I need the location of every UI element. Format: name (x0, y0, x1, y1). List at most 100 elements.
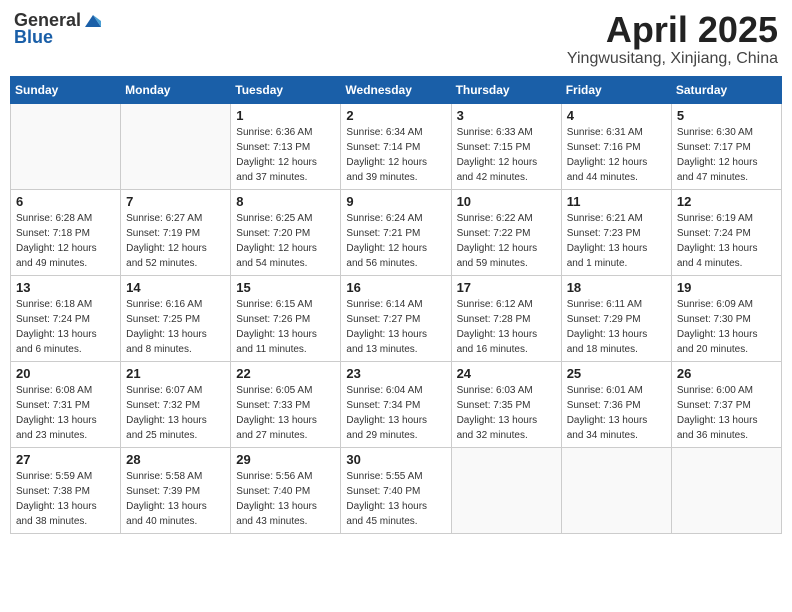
day-info-11: Sunrise: 6:21 AM Sunset: 7:23 PM Dayligh… (567, 211, 666, 271)
day-number-6: 6 (16, 194, 115, 209)
day-info-19: Sunrise: 6:09 AM Sunset: 7:30 PM Dayligh… (677, 297, 776, 357)
calendar-cell-w2d6: 11 Sunrise: 6:21 AM Sunset: 7:23 PM Dayli… (561, 189, 671, 275)
day-info-29: Sunrise: 5:56 AM Sunset: 7:40 PM Dayligh… (236, 469, 335, 529)
day-info-28: Sunrise: 5:58 AM Sunset: 7:39 PM Dayligh… (126, 469, 225, 529)
day-number-26: 26 (677, 366, 776, 381)
day-number-17: 17 (457, 280, 556, 295)
day-number-7: 7 (126, 194, 225, 209)
calendar-table: Sunday Monday Tuesday Wednesday Thursday… (10, 76, 782, 534)
calendar-cell-w1d6: 4 Sunrise: 6:31 AM Sunset: 7:16 PM Daylig… (561, 103, 671, 189)
day-number-5: 5 (677, 108, 776, 123)
day-number-18: 18 (567, 280, 666, 295)
calendar-cell-w1d4: 2 Sunrise: 6:34 AM Sunset: 7:14 PM Daylig… (341, 103, 451, 189)
day-info-26: Sunrise: 6:00 AM Sunset: 7:37 PM Dayligh… (677, 383, 776, 443)
day-number-29: 29 (236, 452, 335, 467)
day-number-16: 16 (346, 280, 445, 295)
logo-icon (83, 11, 103, 31)
day-info-14: Sunrise: 6:16 AM Sunset: 7:25 PM Dayligh… (126, 297, 225, 357)
calendar-cell-w4d4: 23 Sunrise: 6:04 AM Sunset: 7:34 PM Dayli… (341, 361, 451, 447)
calendar-cell-w2d2: 7 Sunrise: 6:27 AM Sunset: 7:19 PM Daylig… (121, 189, 231, 275)
day-number-1: 1 (236, 108, 335, 123)
day-info-25: Sunrise: 6:01 AM Sunset: 7:36 PM Dayligh… (567, 383, 666, 443)
calendar-week-4: 20 Sunrise: 6:08 AM Sunset: 7:31 PM Dayli… (11, 361, 782, 447)
day-number-20: 20 (16, 366, 115, 381)
calendar-cell-w5d6 (561, 447, 671, 533)
day-info-10: Sunrise: 6:22 AM Sunset: 7:22 PM Dayligh… (457, 211, 556, 271)
calendar-week-3: 13Sunrise: 6:18 AM Sunset: 7:24 PM Dayli… (11, 275, 782, 361)
day-number-22: 22 (236, 366, 335, 381)
header-saturday: Saturday (671, 76, 781, 103)
calendar-week-1: 1 Sunrise: 6:36 AM Sunset: 7:13 PM Daylig… (11, 103, 782, 189)
location-title: Yingwusitang, Xinjiang, China (567, 50, 778, 68)
day-info-20: Sunrise: 6:08 AM Sunset: 7:31 PM Dayligh… (16, 383, 115, 443)
day-info-7: Sunrise: 6:27 AM Sunset: 7:19 PM Dayligh… (126, 211, 225, 271)
calendar-cell-w4d2: 21Sunrise: 6:07 AM Sunset: 7:32 PM Dayli… (121, 361, 231, 447)
calendar-cell-w3d3: 15 Sunrise: 6:15 AM Sunset: 7:26 PM Dayli… (231, 275, 341, 361)
page-header: General Blue April 2025 Yingwusitang, Xi… (10, 10, 782, 68)
day-info-15: Sunrise: 6:15 AM Sunset: 7:26 PM Dayligh… (236, 297, 335, 357)
header-friday: Friday (561, 76, 671, 103)
day-info-17: Sunrise: 6:12 AM Sunset: 7:28 PM Dayligh… (457, 297, 556, 357)
day-number-15: 15 (236, 280, 335, 295)
day-number-2: 2 (346, 108, 445, 123)
day-number-4: 4 (567, 108, 666, 123)
header-wednesday: Wednesday (341, 76, 451, 103)
calendar-cell-w3d6: 18Sunrise: 6:11 AM Sunset: 7:29 PM Dayli… (561, 275, 671, 361)
calendar-cell-w4d1: 20 Sunrise: 6:08 AM Sunset: 7:31 PM Dayli… (11, 361, 121, 447)
calendar-cell-w5d3: 29 Sunrise: 5:56 AM Sunset: 7:40 PM Dayli… (231, 447, 341, 533)
day-number-28: 28 (126, 452, 225, 467)
day-number-8: 8 (236, 194, 335, 209)
calendar-cell-w1d5: 3Sunrise: 6:33 AM Sunset: 7:15 PM Daylig… (451, 103, 561, 189)
calendar-cell-w1d2 (121, 103, 231, 189)
day-info-27: Sunrise: 5:59 AM Sunset: 7:38 PM Dayligh… (16, 469, 115, 529)
day-number-10: 10 (457, 194, 556, 209)
day-number-23: 23 (346, 366, 445, 381)
calendar-week-5: 27 Sunrise: 5:59 AM Sunset: 7:38 PM Dayli… (11, 447, 782, 533)
day-number-25: 25 (567, 366, 666, 381)
day-number-27: 27 (16, 452, 115, 467)
day-info-30: Sunrise: 5:55 AM Sunset: 7:40 PM Dayligh… (346, 469, 445, 529)
day-info-23: Sunrise: 6:04 AM Sunset: 7:34 PM Dayligh… (346, 383, 445, 443)
header-sunday: Sunday (11, 76, 121, 103)
calendar-cell-w1d3: 1 Sunrise: 6:36 AM Sunset: 7:13 PM Daylig… (231, 103, 341, 189)
day-info-12: Sunrise: 6:19 AM Sunset: 7:24 PM Dayligh… (677, 211, 776, 271)
day-number-14: 14 (126, 280, 225, 295)
calendar-cell-w3d2: 14 Sunrise: 6:16 AM Sunset: 7:25 PM Dayli… (121, 275, 231, 361)
day-number-9: 9 (346, 194, 445, 209)
day-info-2: Sunrise: 6:34 AM Sunset: 7:14 PM Dayligh… (346, 125, 445, 185)
header-tuesday: Tuesday (231, 76, 341, 103)
day-info-16: Sunrise: 6:14 AM Sunset: 7:27 PM Dayligh… (346, 297, 445, 357)
day-number-30: 30 (346, 452, 445, 467)
calendar-cell-w5d5 (451, 447, 561, 533)
day-number-13: 13 (16, 280, 115, 295)
month-title: April 2025 (567, 10, 778, 50)
header-thursday: Thursday (451, 76, 561, 103)
calendar-cell-w5d4: 30 Sunrise: 5:55 AM Sunset: 7:40 PM Dayli… (341, 447, 451, 533)
calendar-cell-w4d5: 24 Sunrise: 6:03 AM Sunset: 7:35 PM Dayli… (451, 361, 561, 447)
calendar-cell-w3d7: 19Sunrise: 6:09 AM Sunset: 7:30 PM Dayli… (671, 275, 781, 361)
day-info-24: Sunrise: 6:03 AM Sunset: 7:35 PM Dayligh… (457, 383, 556, 443)
logo-blue-text: Blue (14, 27, 53, 47)
day-number-24: 24 (457, 366, 556, 381)
day-number-11: 11 (567, 194, 666, 209)
calendar-cell-w2d3: 8 Sunrise: 6:25 AM Sunset: 7:20 PM Daylig… (231, 189, 341, 275)
day-info-22: Sunrise: 6:05 AM Sunset: 7:33 PM Dayligh… (236, 383, 335, 443)
day-info-1: Sunrise: 6:36 AM Sunset: 7:13 PM Dayligh… (236, 125, 335, 185)
calendar-cell-w2d5: 10 Sunrise: 6:22 AM Sunset: 7:22 PM Dayli… (451, 189, 561, 275)
logo: General Blue (14, 10, 103, 48)
day-info-4: Sunrise: 6:31 AM Sunset: 7:16 PM Dayligh… (567, 125, 666, 185)
day-number-21: 21 (126, 366, 225, 381)
calendar-week-2: 6 Sunrise: 6:28 AM Sunset: 7:18 PM Daylig… (11, 189, 782, 275)
calendar-cell-w2d1: 6 Sunrise: 6:28 AM Sunset: 7:18 PM Daylig… (11, 189, 121, 275)
day-number-12: 12 (677, 194, 776, 209)
calendar-cell-w3d5: 17 Sunrise: 6:12 AM Sunset: 7:28 PM Dayli… (451, 275, 561, 361)
calendar-cell-w1d1 (11, 103, 121, 189)
calendar-header-row: Sunday Monday Tuesday Wednesday Thursday… (11, 76, 782, 103)
calendar-cell-w4d7: 26 Sunrise: 6:00 AM Sunset: 7:37 PM Dayli… (671, 361, 781, 447)
calendar-cell-w5d2: 28 Sunrise: 5:58 AM Sunset: 7:39 PM Dayli… (121, 447, 231, 533)
calendar-cell-w5d1: 27 Sunrise: 5:59 AM Sunset: 7:38 PM Dayli… (11, 447, 121, 533)
day-info-6: Sunrise: 6:28 AM Sunset: 7:18 PM Dayligh… (16, 211, 115, 271)
title-block: April 2025 Yingwusitang, Xinjiang, China (567, 10, 778, 68)
calendar-cell-w2d7: 12 Sunrise: 6:19 AM Sunset: 7:24 PM Dayli… (671, 189, 781, 275)
day-info-8: Sunrise: 6:25 AM Sunset: 7:20 PM Dayligh… (236, 211, 335, 271)
